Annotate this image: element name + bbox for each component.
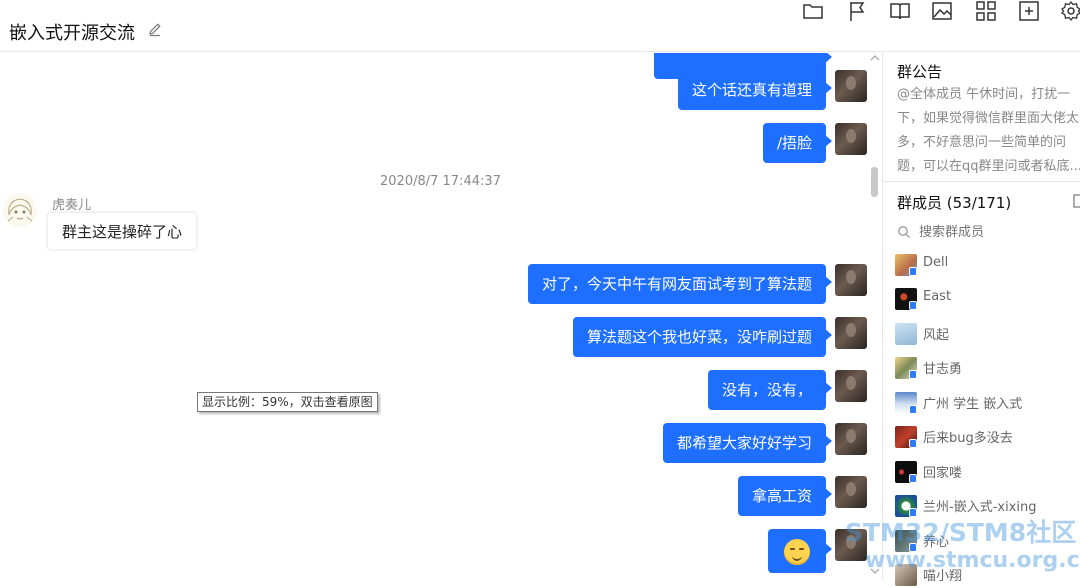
member-name: 兰州-嵌入式-xixing [923, 500, 1037, 515]
member-item[interactable]: 广州 学生 嵌入式 [895, 390, 1080, 416]
emoji-message-bubble[interactable] [768, 529, 832, 573]
message-bubble-outgoing[interactable]: 算法题这个我也好菜，没咋刷过题 [572, 317, 833, 357]
member-name: 后来bug多没去 [923, 431, 1013, 446]
group-title: 嵌入式开源交流 [9, 23, 135, 44]
message-bubble-outgoing[interactable]: 没有，没有， [707, 370, 833, 410]
mobile-online-badge-icon [909, 439, 917, 448]
watermark-line-2: www.stmcu.org.cn [865, 548, 1080, 573]
group-notice-title: 群公告 [897, 63, 943, 81]
my-avatar[interactable] [835, 317, 867, 349]
message-bubble-outgoing[interactable]: /捂脸 [762, 123, 833, 163]
group-info-panel: 群公告 @全体成员 午休时间，打扰一下，如果觉得微信群里面大佬太多，不好意思问一… [882, 53, 1080, 586]
group-notice-text[interactable]: @全体成员 午休时间，打扰一下，如果觉得微信群里面大佬太多，不好意思问一些简单的… [897, 83, 1080, 179]
member-item[interactable]: 风起 [895, 321, 1080, 347]
message-bubble-outgoing[interactable]: 都希望大家好好学习 [662, 423, 833, 463]
member-avatar [895, 323, 917, 345]
member-name: 甘志勇 [923, 362, 963, 377]
sender-name: 虎奏儿 [52, 198, 92, 213]
member-name: East [923, 289, 952, 304]
my-avatar[interactable] [835, 423, 867, 455]
zoom-ratio-tooltip: 显示比例：59%，双击查看原图 [197, 392, 378, 412]
my-avatar[interactable] [835, 476, 867, 508]
book-icon[interactable] [889, 0, 911, 22]
smiling-face-emoji-icon [784, 539, 810, 565]
member-search-input[interactable] [919, 220, 1069, 244]
message-bubble-outgoing[interactable]: 这个话还真有道理 [677, 70, 833, 110]
mobile-online-badge-icon [909, 370, 917, 379]
member-item[interactable]: 甘志勇 [895, 355, 1080, 381]
member-name: 广州 学生 嵌入式 [923, 397, 1023, 412]
my-avatar[interactable] [835, 70, 867, 102]
panel-divider [883, 181, 1080, 182]
settings-gear-icon[interactable] [1060, 0, 1080, 22]
scrollbar-thumb[interactable] [871, 167, 878, 197]
member-item[interactable]: East [895, 286, 1080, 312]
apps-grid-icon[interactable] [975, 0, 997, 22]
site-watermark: STM32/STM8社区 www.stmcu.org.cn [845, 519, 1080, 575]
mobile-online-badge-icon [909, 301, 917, 310]
mobile-online-badge-icon [909, 474, 917, 483]
my-avatar[interactable] [835, 123, 867, 155]
member-item[interactable]: 回家喽 [895, 459, 1080, 485]
folder-icon[interactable] [802, 0, 824, 22]
member-list-icon[interactable] [1073, 194, 1080, 208]
anime-girl-avatar-icon [3, 193, 37, 227]
my-avatar[interactable] [835, 264, 867, 296]
chat-header: 嵌入式开源交流 [0, 0, 1080, 52]
flag-icon[interactable] [846, 0, 868, 22]
member-name: Dell [923, 255, 949, 270]
member-item[interactable]: 后来bug多没去 [895, 424, 1080, 450]
add-window-icon[interactable] [1018, 0, 1040, 22]
member-item[interactable]: 兰州-嵌入式-xixing [895, 493, 1080, 519]
mobile-online-badge-icon [909, 267, 917, 276]
member-item[interactable]: Dell [895, 252, 1080, 278]
search-icon [898, 226, 910, 238]
sender-avatar[interactable] [3, 193, 37, 227]
message-bubble-outgoing[interactable]: 对了，今天中午有网友面试考到了算法题 [527, 264, 833, 304]
mobile-online-badge-icon [909, 508, 917, 517]
member-name: 回家喽 [923, 466, 963, 481]
message-bubble-outgoing[interactable]: 拿高工资 [737, 476, 833, 516]
scroll-up-arrow-icon[interactable] [869, 53, 881, 63]
my-avatar[interactable] [835, 370, 867, 402]
members-count-title: 群成员 (53/171) [897, 194, 1012, 212]
message-list[interactable]: 这个话还真有道理 /捂脸 2020/8/7 17:44:37 虎奏儿 群主这是操… [0, 53, 868, 579]
watermark-line-1: STM32/STM8社区 [845, 518, 1077, 547]
member-name: 风起 [923, 328, 950, 343]
edit-icon[interactable] [147, 21, 163, 37]
chat-scrollbar[interactable] [868, 53, 882, 579]
mobile-online-badge-icon [909, 405, 917, 414]
image-icon[interactable] [931, 0, 953, 22]
message-timestamp: 2020/8/7 17:44:37 [380, 174, 501, 189]
message-bubble-incoming[interactable]: 群主这是操碎了心 [47, 212, 198, 250]
